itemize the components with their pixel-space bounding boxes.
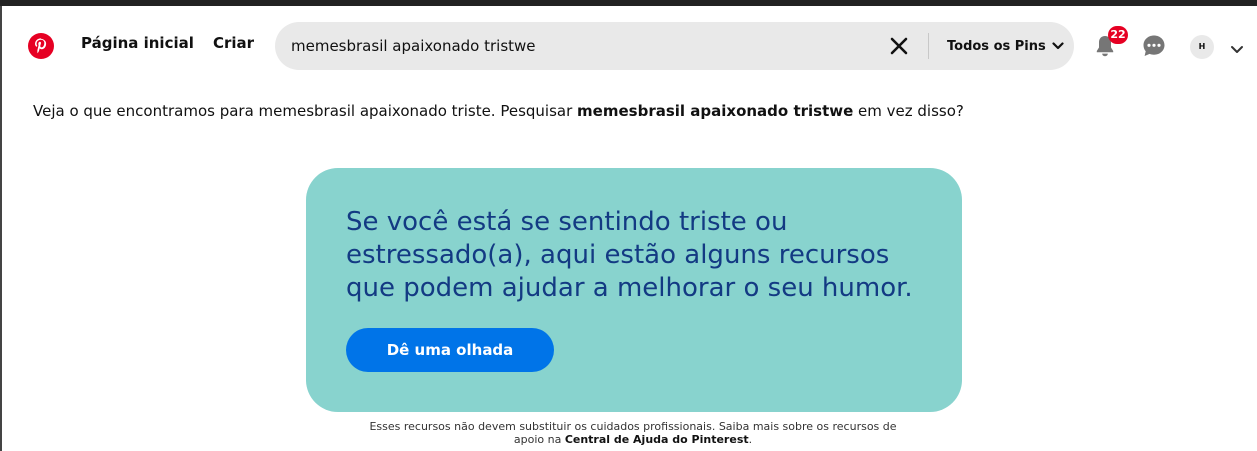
wellbeing-resources-card: Se você está se sentindo triste ou estre…: [306, 168, 962, 412]
search-original-query-link[interactable]: memesbrasil apaixonado tristwe: [577, 102, 853, 120]
search-bar: Todos os Pins: [275, 22, 1074, 70]
pin-filter-label: Todos os Pins: [947, 38, 1046, 54]
view-resources-button[interactable]: Dê uma olhada: [346, 328, 554, 372]
messages-button[interactable]: [1142, 34, 1166, 58]
disclaimer: Esses recursos não devem substituir os c…: [368, 420, 898, 446]
close-icon: [890, 37, 908, 55]
clear-search-button[interactable]: [889, 36, 909, 56]
user-avatar[interactable]: H: [1190, 35, 1214, 59]
account-menu-button[interactable]: [1229, 41, 1245, 53]
header: Página inicial Criar Todos os Pins 22: [0, 6, 1257, 86]
pin-filter-dropdown[interactable]: Todos os Pins: [947, 34, 1064, 58]
search-divider: [928, 33, 929, 59]
search-suggestion: Veja o que encontramos para memesbrasil …: [33, 102, 964, 120]
help-center-link[interactable]: Central de Ajuda do Pinterest: [565, 433, 749, 446]
chevron-down-icon: [1052, 42, 1064, 50]
disclaimer-end: .: [748, 433, 753, 446]
wellbeing-message: Se você está se sentindo triste ou estre…: [346, 207, 913, 303]
nav-home-link[interactable]: Página inicial: [81, 34, 194, 52]
notification-count-badge[interactable]: 22: [1108, 26, 1128, 44]
chevron-down-icon: [1231, 46, 1243, 53]
nav-create-link[interactable]: Criar: [213, 34, 254, 52]
pinterest-logo-icon[interactable]: [28, 33, 54, 59]
suggestion-suffix: em vez disso?: [853, 102, 964, 120]
chat-bubble-icon: [1143, 35, 1165, 56]
search-input[interactable]: [291, 34, 881, 58]
suggestion-prefix: Veja o que encontramos para memesbrasil …: [33, 102, 578, 120]
